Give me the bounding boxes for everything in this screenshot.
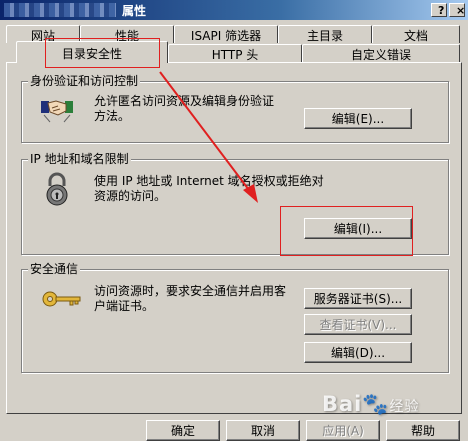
help-button[interactable]: 帮助 — [386, 420, 460, 441]
padlock-icon — [46, 172, 68, 206]
view-certificate-button[interactable]: 查看证书(V)... — [304, 314, 412, 335]
tab-custom-errors[interactable]: 自定义错误 — [302, 44, 460, 62]
title-bar[interactable]: 属性 ? × — [0, 0, 468, 20]
auth-description: 允许匿名访问资源及编辑身份验证方法。 — [94, 94, 275, 123]
help-title-button[interactable]: ? — [431, 3, 447, 17]
ip-description: 使用 IP 地址或 Internet 域名授权或拒绝对资源的访问。 — [94, 174, 324, 203]
auth-access-group: 身份验证和访问控制 允许匿名访问资源及编辑身份验证方法。 编辑(E)... — [21, 74, 449, 143]
close-button[interactable]: × — [449, 3, 465, 17]
handshake-icon — [41, 100, 73, 123]
baidu-watermark: Bai🐾经验 — [322, 392, 420, 416]
ip-restriction-group: IP 地址和域名限制 使用 IP 地址或 Internet 域名授权或拒绝对资源… — [21, 152, 449, 255]
apply-button[interactable]: 应用(A) — [306, 420, 380, 441]
secure-group-label: 安全通信 — [28, 262, 81, 276]
secure-edit-button[interactable]: 编辑(D)... — [304, 342, 412, 363]
tab-directory-security[interactable]: 目录安全性 — [16, 41, 168, 63]
auth-group-label: 身份验证和访问控制 — [28, 74, 141, 88]
title-blurred-name — [4, 3, 116, 17]
auth-edit-button[interactable]: 编辑(E)... — [304, 108, 412, 129]
properties-window: 属性 ? × 网站 性能 ISAPI 筛选器 主目录 文档 目录安全性 HTTP… — [0, 0, 468, 441]
secure-description: 访问资源时，要求安全通信并启用客户端证书。 — [94, 284, 287, 313]
server-certificate-button[interactable]: 服务器证书(S)... — [304, 288, 412, 309]
tab-http-headers[interactable]: HTTP 头 — [168, 44, 302, 62]
paw-icon: 🐾 — [362, 392, 390, 416]
directory-security-panel: 身份验证和访问控制 允许匿名访问资源及编辑身份验证方法。 编辑(E)... IP… — [6, 62, 462, 414]
tab-documents[interactable]: 文档 — [372, 25, 460, 43]
ok-button[interactable]: 确定 — [146, 420, 220, 441]
secure-comm-group: 安全通信 访问资源时，要求安全通信并启用客户端证书。 服务器证书(S)... 查… — [21, 262, 449, 373]
cancel-button[interactable]: 取消 — [226, 420, 300, 441]
window-title: 属性 — [122, 4, 147, 18]
ip-edit-button[interactable]: 编辑(I)... — [304, 218, 412, 239]
key-icon — [42, 291, 81, 307]
ip-group-label: IP 地址和域名限制 — [28, 152, 131, 166]
tab-home-directory[interactable]: 主目录 — [278, 25, 372, 43]
tab-isapi-filters[interactable]: ISAPI 筛选器 — [174, 25, 278, 43]
